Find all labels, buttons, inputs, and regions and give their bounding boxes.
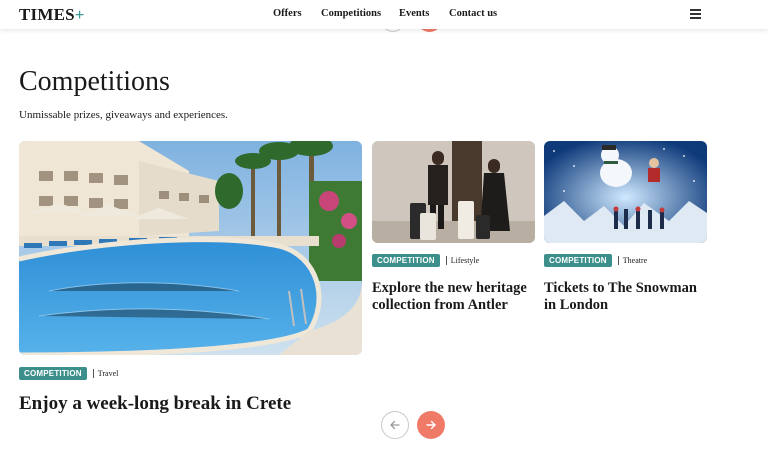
card-tag-lifestyle: COMPETITION Lifestyle — [372, 254, 479, 267]
competition-badge: COMPETITION — [544, 254, 612, 267]
card-tag-theatre: COMPETITION Theatre — [544, 254, 647, 267]
section-title: Competitions — [19, 66, 170, 97]
carousel-prev-button[interactable] — [381, 411, 409, 439]
competition-badge: COMPETITION — [19, 367, 87, 380]
arrow-left-icon — [390, 420, 400, 430]
carousel-next-button[interactable] — [417, 411, 445, 439]
tag-divider — [617, 256, 619, 265]
section-subtitle: Unmissable prizes, giveaways and experie… — [19, 109, 228, 121]
nav-contact-us[interactable]: Contact us — [449, 8, 497, 19]
snowman-show-image[interactable] — [544, 141, 707, 243]
card-tag-travel: COMPETITION Travel — [19, 367, 118, 380]
competition-badge: COMPETITION — [372, 254, 440, 267]
nav-competitions[interactable]: Competitions — [321, 8, 381, 19]
card-headline-antler[interactable]: Explore the new heritage collection from… — [372, 280, 532, 314]
tag-divider — [445, 256, 447, 265]
antler-luggage-image[interactable] — [372, 141, 535, 243]
hamburger-menu-icon[interactable] — [690, 9, 701, 19]
times-plus-logo[interactable]: TIMES+ — [19, 5, 85, 25]
arrow-right-icon — [426, 420, 436, 430]
category-label[interactable]: Theatre — [623, 256, 647, 265]
crete-hotel-image[interactable] — [19, 141, 362, 355]
card-headline-snowman[interactable]: Tickets to The Snowman in London — [544, 280, 709, 314]
tag-divider — [92, 369, 94, 378]
category-label[interactable]: Lifestyle — [451, 256, 479, 265]
card-headline-crete[interactable]: Enjoy a week-long break in Crete — [19, 393, 291, 415]
nav-offers[interactable]: Offers — [273, 8, 302, 19]
site-header: TIMES+ Offers Competitions Events Contac… — [0, 0, 768, 29]
category-label[interactable]: Travel — [98, 369, 119, 378]
nav-events[interactable]: Events — [399, 8, 429, 19]
